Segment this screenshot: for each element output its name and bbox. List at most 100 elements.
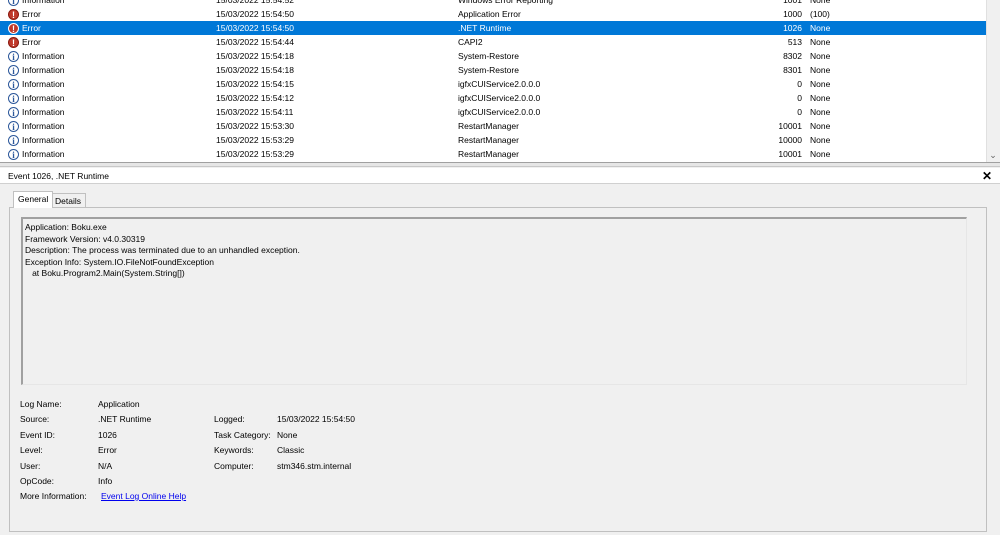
event-task-category: None <box>810 37 831 47</box>
event-task-category: None <box>810 121 831 131</box>
event-row[interactable]: Information 15/03/2022 15:54:15 igfxCUISer… <box>0 77 986 92</box>
event-source: igfxCUIService2.0.0.0 <box>458 107 541 117</box>
event-date: 15/03/2022 15:53:29 <box>216 135 294 145</box>
event-row[interactable]: Information 15/03/2022 15:54:18 System-Res… <box>0 49 986 64</box>
details-header: Event 1026, .NET Runtime ✕ <box>0 168 1000 184</box>
logged-label: Logged: <box>214 414 245 424</box>
info-icon <box>8 134 19 148</box>
event-row[interactable]: Error 15/03/2022 15:54:50 .NET Runtime 1026… <box>0 21 986 36</box>
event-date: 15/03/2022 15:53:30 <box>216 121 294 131</box>
event-source: Application Error <box>458 9 521 19</box>
chevron-down-icon[interactable]: ⌄ <box>986 149 1000 161</box>
info-icon <box>8 106 19 120</box>
event-level: Information <box>22 93 65 103</box>
computer-label: Computer: <box>214 461 254 471</box>
event-source: Windows Error Reporting <box>458 0 553 5</box>
description-line: Description: The process was terminated … <box>25 245 300 255</box>
event-row[interactable]: Information 15/03/2022 15:53:29 RestartMan… <box>0 147 986 162</box>
event-task-category: None <box>810 107 831 117</box>
event-log-help-link[interactable]: Event Log Online Help <box>101 491 186 501</box>
event-source: .NET Runtime <box>458 23 512 33</box>
error-icon <box>8 8 19 22</box>
event-level: Information <box>22 121 65 131</box>
event-source: CAPI2 <box>458 37 483 47</box>
event-level: Information <box>22 0 65 5</box>
task-category-value: None <box>277 430 298 440</box>
info-icon <box>8 92 19 106</box>
event-row[interactable]: Information 15/03/2022 15:53:30 RestartMan… <box>0 119 986 134</box>
event-level: Information <box>22 79 65 89</box>
opcode-label: OpCode: <box>20 476 55 486</box>
event-task-category: None <box>810 149 831 159</box>
event-row[interactable]: Information 15/03/2022 15:54:52 Windows Er… <box>0 0 986 8</box>
event-task-category: (100) <box>810 9 830 19</box>
source-value: .NET Runtime <box>98 414 152 424</box>
user-label: User: <box>20 461 41 471</box>
event-row[interactable]: Error 15/03/2022 15:54:50 Application Erro… <box>0 7 986 22</box>
description-line: Application: Boku.exe <box>25 222 107 232</box>
event-task-category: None <box>810 0 831 5</box>
level-value: Error <box>98 445 117 455</box>
event-task-category: None <box>810 93 831 103</box>
event-id: 1001 <box>783 0 802 5</box>
info-icon <box>8 148 19 162</box>
log-name-label: Log Name: <box>20 399 62 409</box>
pane-splitter[interactable] <box>0 163 1000 167</box>
tab-details[interactable]: Details <box>50 193 86 208</box>
more-info-label: More Information: <box>20 491 87 501</box>
level-label: Level: <box>20 445 43 455</box>
error-icon <box>8 22 19 36</box>
event-id: 0 <box>797 79 802 89</box>
event-task-category: None <box>810 79 831 89</box>
tab-general[interactable]: General <box>13 191 54 208</box>
event-level: Information <box>22 51 65 61</box>
event-date: 15/03/2022 15:54:18 <box>216 65 294 75</box>
event-id: 10000 <box>778 135 802 145</box>
computer-value: stm346.stm.internal <box>277 461 352 471</box>
details-title: Event 1026, .NET Runtime <box>8 171 109 181</box>
event-task-category: None <box>810 135 831 145</box>
event-row[interactable]: Information 15/03/2022 15:54:11 igfxCUISer… <box>0 105 986 120</box>
event-date: 15/03/2022 15:54:50 <box>216 23 294 33</box>
event-id-value: 1026 <box>98 430 117 440</box>
event-id: 1000 <box>783 9 802 19</box>
close-icon[interactable]: ✕ <box>982 168 992 184</box>
description-line: Exception Info: System.IO.FileNotFoundEx… <box>25 256 214 267</box>
keywords-value: Classic <box>277 445 305 455</box>
event-row[interactable]: Error 15/03/2022 15:54:44 CAPI2 513 None <box>0 35 986 50</box>
event-id: 513 <box>787 37 802 47</box>
event-level: Information <box>22 149 65 159</box>
logged-value: 15/03/2022 15:54:50 <box>277 414 355 424</box>
event-level: Information <box>22 65 65 75</box>
vertical-scrollbar[interactable]: ⌄ <box>986 0 1000 162</box>
event-id: 0 <box>797 107 802 117</box>
error-icon <box>8 36 19 50</box>
info-icon <box>8 78 19 92</box>
event-id: 8302 <box>783 51 802 61</box>
source-label: Source: <box>20 414 50 424</box>
event-task-category: None <box>810 65 831 75</box>
log-name-value: Application <box>98 399 140 409</box>
event-id: 10001 <box>778 121 802 131</box>
event-source: igfxCUIService2.0.0.0 <box>458 93 541 103</box>
event-id: 1026 <box>783 23 802 33</box>
event-date: 15/03/2022 15:54:44 <box>216 37 294 47</box>
event-list: Information 15/03/2022 15:54:52 Windows Er… <box>0 0 1000 163</box>
event-rows: Information 15/03/2022 15:54:52 Windows Er… <box>0 0 986 162</box>
event-details-pane: Event 1026, .NET Runtime ✕ General Detai… <box>0 168 1000 537</box>
info-icon <box>8 50 19 64</box>
event-source: RestartManager <box>458 149 519 159</box>
event-date: 15/03/2022 15:54:11 <box>216 107 294 117</box>
event-description-box[interactable]: Application: Boku.exe Framework Version:… <box>21 217 967 385</box>
event-task-category: None <box>810 51 831 61</box>
task-category-label: Task Category: <box>214 430 271 440</box>
event-row[interactable]: Information 15/03/2022 15:54:18 System-Res… <box>0 63 986 78</box>
description-line: at Boku.Program2.Main(System.String[]) <box>25 268 185 278</box>
event-row[interactable]: Information 15/03/2022 15:53:29 RestartMan… <box>0 133 986 148</box>
info-icon <box>8 120 19 134</box>
event-level: Error <box>22 23 41 33</box>
user-value: N/A <box>98 461 113 471</box>
event-source: System-Restore <box>458 65 519 75</box>
event-row[interactable]: Information 15/03/2022 15:54:12 igfxCUISer… <box>0 91 986 106</box>
event-task-category: None <box>810 23 831 33</box>
